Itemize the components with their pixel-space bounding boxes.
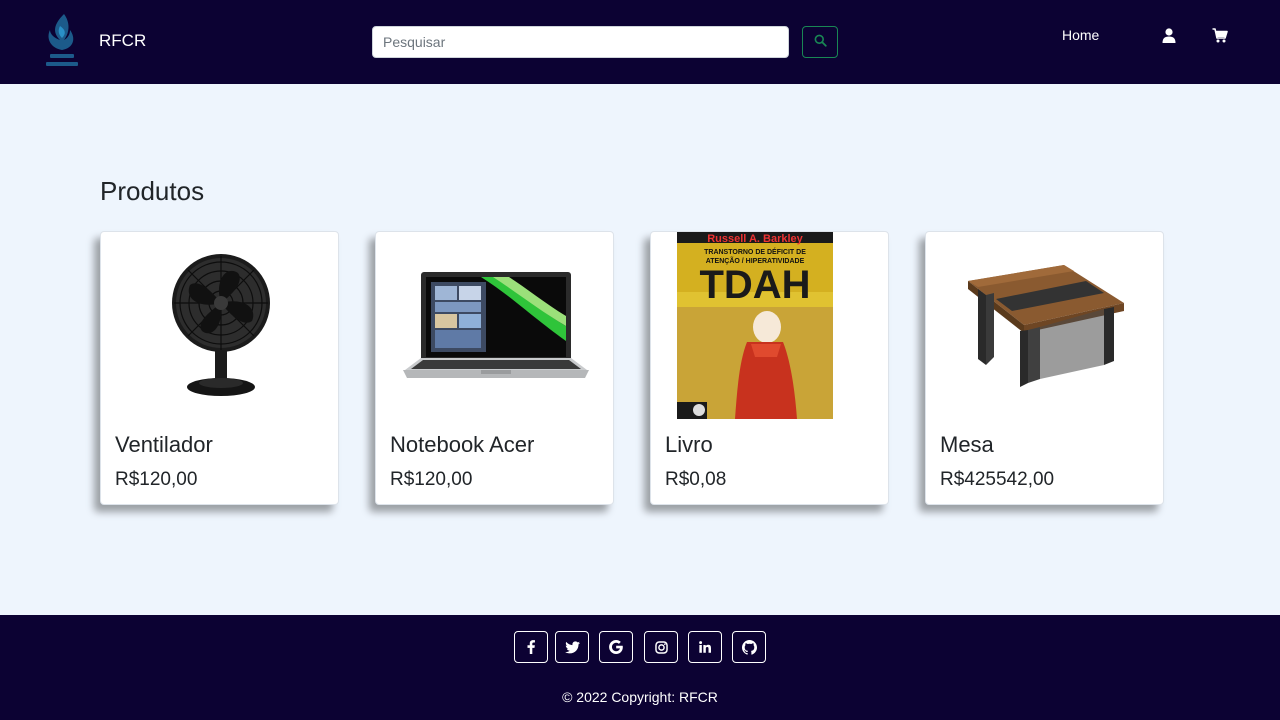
google-icon[interactable] (599, 631, 633, 663)
product-price: R$120,00 (390, 469, 473, 490)
user-icon[interactable] (1161, 27, 1177, 43)
footer: © 2022 Copyright: RFCR (0, 615, 1280, 720)
twitter-icon[interactable] (555, 631, 589, 663)
svg-text:TDAH: TDAH (699, 263, 810, 307)
github-icon[interactable] (732, 631, 766, 663)
instagram-icon[interactable] (644, 631, 678, 663)
product-card[interactable]: Mesa R$425542,00 (925, 231, 1164, 505)
search-icon (814, 34, 827, 50)
facebook-icon[interactable] (514, 631, 548, 663)
product-price: R$120,00 (115, 469, 198, 490)
product-name[interactable]: Ventilador (115, 432, 213, 458)
svg-text:TRANSTORNO DE DÉFICIT DE: TRANSTORNO DE DÉFICIT DE (704, 247, 806, 256)
product-card[interactable]: Notebook Acer R$120,00 (375, 231, 614, 505)
linkedin-icon[interactable] (688, 631, 722, 663)
product-name[interactable]: Livro (665, 432, 713, 458)
fan-image[interactable] (101, 232, 338, 419)
laptop-image[interactable] (376, 232, 613, 419)
book-cover-image[interactable]: Russell A. Barkley TRANSTORNO DE DÉFICIT… (651, 232, 888, 419)
brand-name[interactable]: RFCR (99, 31, 146, 51)
table-image[interactable] (926, 232, 1163, 419)
cart-icon[interactable] (1212, 27, 1228, 43)
navbar: RFCR Home (0, 0, 1280, 84)
nav-home-link[interactable]: Home (1062, 27, 1099, 43)
product-name[interactable]: Mesa (940, 432, 994, 458)
product-card[interactable]: Russell A. Barkley TRANSTORNO DE DÉFICIT… (650, 231, 889, 505)
search-input[interactable] (372, 26, 789, 58)
search-button[interactable] (802, 26, 838, 58)
product-price: R$425542,00 (940, 469, 1055, 490)
page-title: Produtos (100, 176, 205, 206)
product-name[interactable]: Notebook Acer (390, 432, 534, 458)
svg-text:Russell A. Barkley: Russell A. Barkley (707, 233, 803, 245)
product-card[interactable]: Ventilador R$120,00 (100, 231, 339, 505)
copyright-text: © 2022 Copyright: RFCR (562, 689, 718, 705)
product-price: R$0,08 (665, 469, 727, 490)
brand-logo-icon[interactable] (44, 12, 80, 72)
